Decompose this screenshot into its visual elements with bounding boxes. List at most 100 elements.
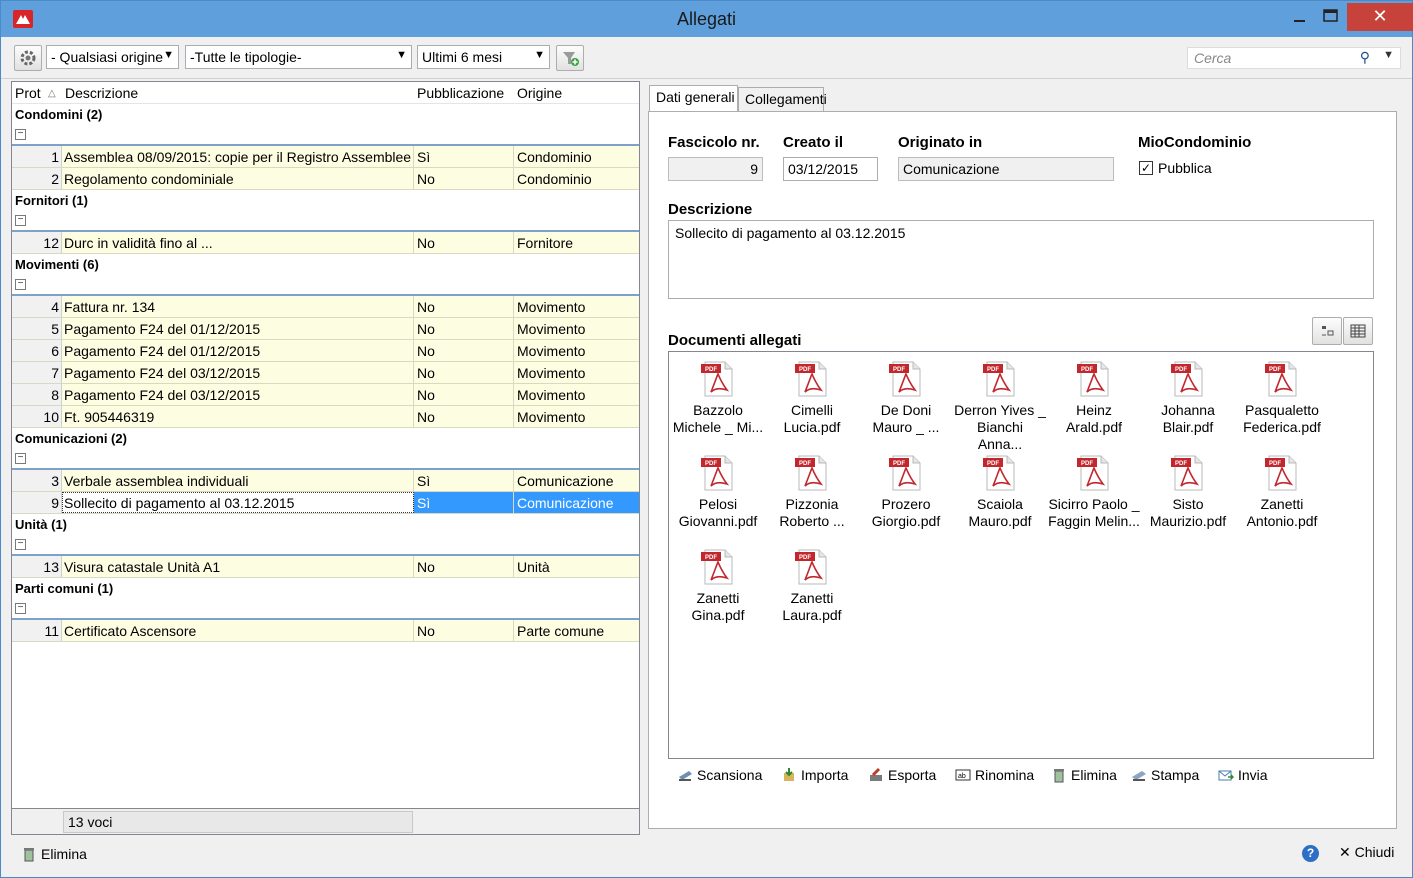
search-icon[interactable]: ⚲ [1360,49,1370,66]
cell-origine: Movimento [517,299,586,315]
document-name-line1: De Doni [880,402,932,418]
attachments-grid: Prot △ Descrizione Pubblicazione Origine… [11,81,640,809]
document-item[interactable]: PDF Cimelli Lucia.pdf [766,354,858,436]
close-icon: ✕ [1339,844,1355,860]
cell-origine: Condominio [517,149,592,165]
elimina-doc-button[interactable]: Elimina [1051,767,1117,783]
table-row[interactable]: 2 Regolamento condominiale No Condominio [12,168,639,190]
collapse-icon[interactable]: − [15,539,26,550]
group-title: Unità (1) [15,517,67,532]
document-item[interactable]: PDF Pelosi Giovanni.pdf [672,448,764,530]
list-view-button[interactable] [1343,317,1373,345]
cell-descrizione: Assemblea 08/09/2015: copie per il Regis… [62,146,414,167]
svg-text:PDF: PDF [1081,461,1093,467]
cell-prot: 8 [12,384,62,405]
document-item[interactable]: PDF Pasqualetto Federica.pdf [1236,354,1328,436]
table-row-selected[interactable]: 9 Sollecito di pagamento al 03.12.2015 S… [12,492,639,514]
document-item[interactable]: PDF Heinz Arald.pdf [1048,354,1140,436]
maximize-icon[interactable] [1315,5,1345,33]
document-name-line2: Giorgio.pdf [871,513,941,529]
document-item[interactable]: PDF Derron Yives _ Bianchi Anna... [954,354,1046,453]
svg-text:PDF: PDF [893,461,905,467]
collapse-icon[interactable]: − [15,129,26,140]
minimize-icon[interactable] [1285,5,1315,33]
document-item[interactable]: PDF De Doni Mauro _ ... [860,354,952,436]
group-movimenti: Movimenti (6) − [12,254,639,296]
chiudi-button[interactable]: ✕ Chiudi [1339,844,1394,861]
search-input[interactable]: Cerca ⚲ ▼ [1187,47,1401,69]
chevron-down-icon: ▼ [396,49,407,61]
table-row[interactable]: 7 Pagamento F24 del 03/12/2015 No Movime… [12,362,639,384]
cell-descrizione: Verbale assemblea individuali [62,470,414,491]
descrizione-textarea[interactable]: Sollecito di pagamento al 03.12.2015 [668,220,1374,299]
record-count: 13 voci [63,811,413,833]
table-row[interactable]: 10 Ft. 905446319 No Movimento [12,406,639,428]
help-icon[interactable]: ? [1302,845,1319,862]
stampa-button[interactable]: Stampa [1131,767,1199,783]
header-pubblicazione[interactable]: Pubblicazione [417,85,504,101]
pubblica-label: Pubblica [1158,160,1212,176]
miocondominio-label: MioCondominio [1138,134,1252,151]
document-item[interactable]: PDF Sicirro Paolo _ Faggin Melin... [1048,448,1140,530]
settings-gear-icon[interactable] [14,45,42,71]
table-row[interactable]: 1 Assemblea 08/09/2015: copie per il Reg… [12,146,639,168]
collapse-icon[interactable]: − [15,279,26,290]
search-options-icon[interactable]: ▼ [1383,49,1394,61]
invia-button[interactable]: Invia [1218,767,1268,783]
collapse-icon[interactable]: − [15,215,26,226]
table-row[interactable]: 8 Pagamento F24 del 03/12/2015 No Movime… [12,384,639,406]
creato-date-field[interactable]: 03/12/2015 [783,157,878,181]
document-item[interactable]: PDF Zanetti Gina.pdf [672,542,764,624]
document-name-line1: Zanetti [790,590,834,606]
group-fornitori: Fornitori (1) − [12,190,639,232]
table-row[interactable]: 12 Durc in validità fino al ... No Forni… [12,232,639,254]
document-item[interactable]: PDF Scaiola Mauro.pdf [954,448,1046,530]
document-item[interactable]: PDF Prozero Giorgio.pdf [860,448,952,530]
document-item[interactable]: PDF Zanetti Antonio.pdf [1236,448,1328,530]
tab-dati-generali[interactable]: Dati generali [649,85,738,112]
grid-footer: 13 voci [11,809,640,835]
document-name-line1: Zanetti [696,590,740,606]
pdf-file-icon: PDF [793,454,831,492]
document-name-line2: Faggin Melin... [1048,513,1140,529]
collapse-icon[interactable]: − [15,453,26,464]
close-window-button[interactable]: ✕ [1347,3,1413,31]
document-item[interactable]: PDF Johanna Blair.pdf [1142,354,1234,436]
trash-icon [21,846,37,862]
table-row[interactable]: 13 Visura catastale Unità A1 No Unità [12,556,639,578]
cell-origine: Condominio [517,171,592,187]
table-row[interactable]: 6 Pagamento F24 del 01/12/2015 No Movime… [12,340,639,362]
scansiona-button[interactable]: Scansiona [677,767,762,783]
document-name-line1: Sisto [1172,496,1204,512]
grid-header: Prot △ Descrizione Pubblicazione Origine [12,82,639,104]
origin-select[interactable]: - Qualsiasi origine ▼ [46,45,179,69]
collapse-icon[interactable]: − [15,603,26,614]
table-row[interactable]: 5 Pagamento F24 del 01/12/2015 No Movime… [12,318,639,340]
table-row[interactable]: 4 Fattura nr. 134 No Movimento [12,296,639,318]
pubblica-checkbox[interactable]: ✓ [1139,161,1153,175]
document-item[interactable]: PDF Bazzolo Michele _ Mi... [672,354,764,436]
cell-pubblicazione: No [414,296,514,317]
table-row[interactable]: 11 Certificato Ascensore No Parte comune [12,620,639,642]
document-item[interactable]: PDF Zanetti Laura.pdf [766,542,858,624]
esporta-button[interactable]: Esporta [868,767,936,783]
header-origine[interactable]: Origine [517,85,562,101]
period-select[interactable]: Ultimi 6 mesi ▼ [417,45,550,69]
document-name-line1: Cimelli [791,402,833,418]
add-filter-icon[interactable] [556,45,584,71]
pdf-file-icon: PDF [699,360,737,398]
elimina-button[interactable]: Elimina [21,846,87,862]
icon-view-button[interactable] [1312,317,1342,345]
group-title: Parti comuni (1) [15,581,114,596]
header-prot[interactable]: Prot [15,85,41,101]
document-item[interactable]: PDF Pizzonia Roberto ... [766,448,858,530]
importa-button[interactable]: Importa [781,767,848,783]
pdf-file-icon: PDF [1263,360,1301,398]
type-select[interactable]: -Tutte le tipologie- ▼ [185,45,412,69]
cell-descrizione: Sollecito di pagamento al 03.12.2015 [62,492,414,513]
header-descrizione[interactable]: Descrizione [65,85,138,101]
table-row[interactable]: 3 Verbale assemblea individuali Sì Comun… [12,470,639,492]
tab-collegamenti[interactable]: Collegamenti [738,87,827,112]
rinomina-button[interactable]: ab Rinomina [955,767,1034,783]
document-item[interactable]: PDF Sisto Maurizio.pdf [1142,448,1234,530]
